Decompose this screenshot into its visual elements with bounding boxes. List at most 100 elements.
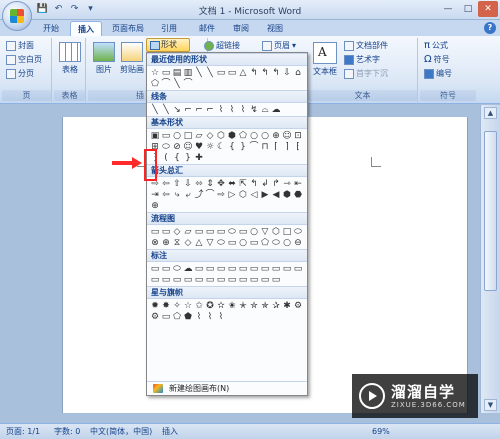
shape-item[interactable]: ╲: [205, 68, 215, 78]
shape-item[interactable]: ╲: [172, 79, 182, 89]
blank-page-button[interactable]: 空白页: [6, 54, 42, 66]
shape-item[interactable]: ▭: [227, 68, 237, 78]
shape-item[interactable]: ▭: [183, 275, 193, 285]
shape-item[interactable]: ▭: [227, 238, 237, 248]
shape-item[interactable]: ⌒: [249, 142, 259, 152]
shape-item[interactable]: ⌓: [260, 105, 270, 115]
tab-review[interactable]: 审阅: [228, 21, 254, 36]
shape-item[interactable]: ⤶: [183, 190, 193, 200]
shape-item[interactable]: ○: [282, 238, 292, 248]
shape-item[interactable]: ⇨: [216, 190, 226, 200]
shape-item[interactable]: ⌇: [216, 105, 226, 115]
shape-item[interactable]: ▱: [183, 227, 193, 237]
shape-item[interactable]: ☆: [183, 301, 193, 311]
shape-item[interactable]: ⬭: [172, 264, 182, 274]
shape-item[interactable]: ↘: [172, 105, 182, 115]
shape-item[interactable]: ▭: [194, 275, 204, 285]
shape-item[interactable]: ▥: [183, 68, 193, 78]
shape-item[interactable]: ✯: [260, 301, 270, 311]
shape-item[interactable]: ▭: [238, 275, 248, 285]
scroll-up-icon[interactable]: ▲: [484, 107, 497, 119]
shape-item[interactable]: ⇤: [293, 179, 303, 189]
shape-item[interactable]: ╲: [161, 105, 171, 115]
shape-item[interactable]: ▷: [227, 190, 237, 200]
shape-item[interactable]: ⊕: [161, 238, 171, 248]
shape-item[interactable]: ▭: [161, 68, 171, 78]
shape-item[interactable]: ○: [238, 238, 248, 248]
header-button[interactable]: 页眉 ▾: [262, 40, 296, 52]
clipart-button[interactable]: 剪贴画: [118, 42, 146, 75]
tab-home[interactable]: 开始: [36, 21, 66, 36]
shape-item[interactable]: ▭: [194, 227, 204, 237]
shape-item[interactable]: ☺: [183, 142, 193, 152]
shape-item[interactable]: ▤: [172, 68, 182, 78]
shape-item[interactable]: ⇩: [282, 68, 292, 78]
shape-item[interactable]: ⬄: [194, 179, 204, 189]
shape-item[interactable]: ⚙: [150, 312, 160, 322]
shape-item[interactable]: ▭: [161, 131, 171, 141]
shape-item[interactable]: ⌉: [282, 142, 292, 152]
shape-item[interactable]: ◇: [205, 131, 215, 141]
shape-item[interactable]: ⌈: [271, 142, 281, 152]
shape-item[interactable]: ⊓: [260, 142, 270, 152]
shape-item[interactable]: ⬠: [172, 312, 182, 322]
shape-item[interactable]: ⤷: [172, 190, 182, 200]
shape-item[interactable]: ↰: [249, 68, 259, 78]
shape-item[interactable]: ☾: [216, 142, 226, 152]
shape-item[interactable]: ✧: [172, 301, 182, 311]
shape-item[interactable]: ▭: [293, 264, 303, 274]
word-count[interactable]: 字数: 0: [54, 424, 80, 439]
shape-item[interactable]: ⌂: [293, 68, 303, 78]
shape-item[interactable]: △: [194, 238, 204, 248]
shape-item[interactable]: ✪: [205, 301, 215, 311]
tab-mailings[interactable]: 邮件: [194, 21, 220, 36]
shape-item[interactable]: ♥: [194, 142, 204, 152]
shape-item[interactable]: ⬭: [161, 142, 171, 152]
shape-item[interactable]: ▭: [205, 227, 215, 237]
shape-item[interactable]: ▭: [216, 275, 226, 285]
new-drawing-canvas-item[interactable]: 新建绘图画布(N): [147, 381, 307, 395]
shape-item[interactable]: ○: [172, 131, 182, 141]
shape-item[interactable]: (: [161, 153, 171, 163]
number-button[interactable]: 编号: [424, 68, 452, 80]
shape-item[interactable]: ↱: [271, 179, 281, 189]
shape-item[interactable]: ▭: [205, 275, 215, 285]
shape-item[interactable]: ⬭: [216, 238, 226, 248]
shape-item[interactable]: ⇕: [205, 179, 215, 189]
shape-item[interactable]: ▭: [282, 264, 292, 274]
shape-item[interactable]: ⇧: [172, 179, 182, 189]
hyperlink-button[interactable]: 超链接: [204, 40, 240, 52]
shape-item[interactable]: ✱: [282, 301, 292, 311]
shape-item[interactable]: ⇥: [150, 190, 160, 200]
shape-item[interactable]: ⌒: [161, 79, 171, 89]
shape-item[interactable]: ⌇: [227, 105, 237, 115]
zoom-level[interactable]: 69%: [372, 424, 390, 439]
shape-item[interactable]: △: [238, 68, 248, 78]
shape-item[interactable]: ⚙: [293, 301, 303, 311]
shape-item[interactable]: ▭: [150, 264, 160, 274]
shape-item[interactable]: ⬢: [227, 131, 237, 141]
shape-item[interactable]: ✬: [227, 301, 237, 311]
shape-item[interactable]: ⌐: [194, 105, 204, 115]
insert-mode-indicator[interactable]: 插入: [162, 424, 178, 439]
shape-item[interactable]: {: [172, 153, 182, 163]
shape-item[interactable]: ╲: [194, 68, 204, 78]
shape-item[interactable]: ✸: [161, 301, 171, 311]
shape-item[interactable]: ⬠: [150, 79, 160, 89]
shape-item[interactable]: ◇: [172, 227, 182, 237]
shape-item[interactable]: ⊖: [293, 238, 303, 248]
shape-item[interactable]: ▭: [161, 312, 171, 322]
tab-view[interactable]: 视图: [262, 21, 288, 36]
equation-button[interactable]: π 公式: [424, 40, 448, 52]
vertical-scrollbar[interactable]: ▲ ▼: [480, 105, 500, 413]
shape-item[interactable]: ⌐: [205, 105, 215, 115]
shape-item[interactable]: ⌇: [216, 312, 226, 322]
shape-item[interactable]: ⊘: [172, 142, 182, 152]
shape-item[interactable]: ⤴: [194, 190, 204, 200]
shape-item[interactable]: ▭: [161, 227, 171, 237]
wordart-button[interactable]: 艺术字: [344, 54, 380, 66]
shape-item[interactable]: ⬠: [260, 238, 270, 248]
shape-item[interactable]: ⬢: [282, 190, 292, 200]
shape-item[interactable]: ▭: [227, 275, 237, 285]
shape-item[interactable]: ▽: [260, 227, 270, 237]
